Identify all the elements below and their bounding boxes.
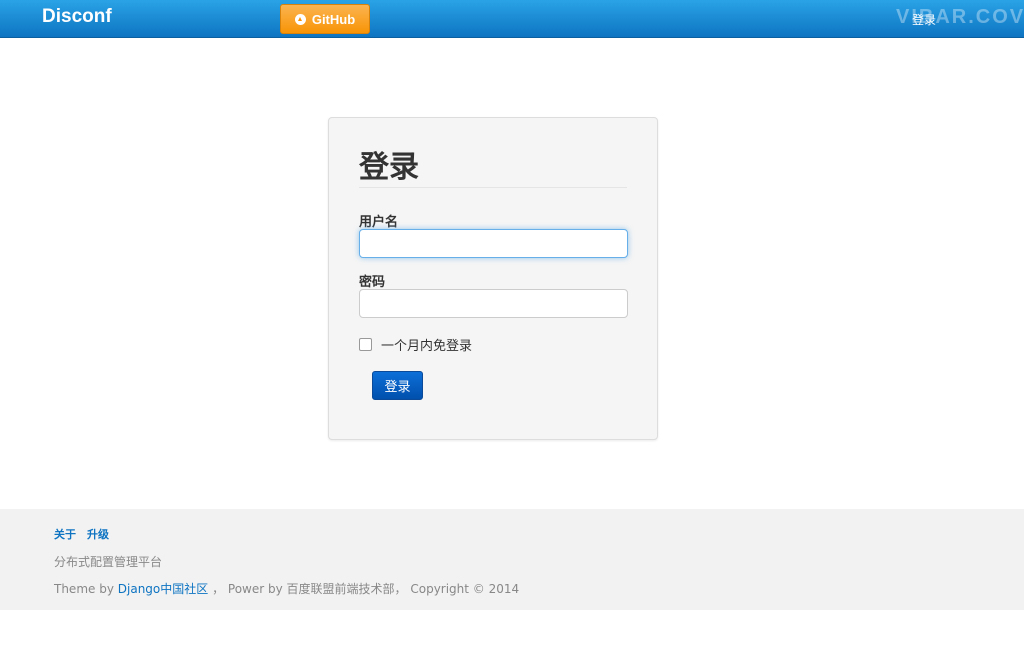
github-button-label: GitHub: [311, 11, 356, 27]
login-panel: 登录 用户名 密码 一个月内免登录 登录: [328, 117, 658, 440]
login-submit-button[interactable]: 登录: [372, 371, 423, 400]
top-navbar: Disconf GitHub VIBAR.COV 登录: [0, 0, 1024, 38]
footer-description: 分布式配置管理平台: [54, 555, 163, 569]
remember-label: 一个月内免登录: [381, 339, 473, 354]
password-input[interactable]: [359, 289, 628, 318]
remember-me[interactable]: 一个月内免登录: [359, 335, 472, 354]
password-label: 密码: [359, 275, 386, 290]
django-community-link[interactable]: Django中国社区: [118, 582, 209, 596]
remember-checkbox[interactable]: [359, 338, 372, 351]
footer-links: 关于 升级: [54, 526, 109, 542]
footer-link-about[interactable]: 关于: [54, 526, 76, 542]
nav-login-link[interactable]: 登录: [912, 11, 936, 28]
brand-logo[interactable]: Disconf: [42, 6, 112, 28]
footer-link-upgrade[interactable]: 升级: [87, 526, 109, 542]
theme-prefix: Theme by: [54, 582, 114, 596]
username-label: 用户名: [359, 215, 399, 230]
arrow-up-circle-icon: [294, 13, 306, 25]
footer-credits: Theme by Django中国社区 ， Power by 百度联盟前端技术部…: [54, 580, 519, 597]
github-button[interactable]: GitHub: [280, 4, 370, 34]
credits-suffix: ， Power by 百度联盟前端技术部， Copyright © 2014: [212, 582, 520, 596]
username-input[interactable]: [359, 229, 628, 258]
login-title: 登录: [359, 150, 419, 185]
title-divider: [359, 187, 627, 188]
footer: 关于 升级 分布式配置管理平台 Theme by Django中国社区 ， Po…: [0, 509, 1024, 610]
